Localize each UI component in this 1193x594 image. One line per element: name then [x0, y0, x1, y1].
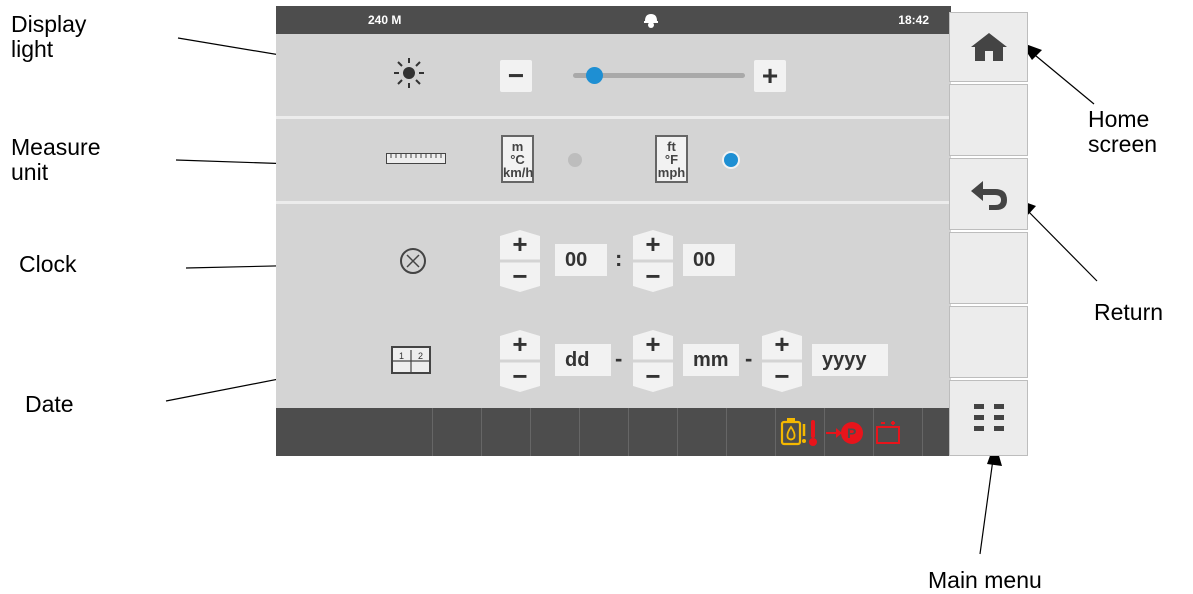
year-stepper: + −: [762, 329, 802, 392]
day-stepper: + −: [500, 329, 540, 392]
brightness-slider[interactable]: [573, 67, 745, 84]
minutes-value: 00: [683, 244, 735, 276]
blank-button[interactable]: [949, 232, 1028, 304]
date-row: 1 2 + − dd - + − mm - + − yyyy: [276, 316, 951, 396]
year-decrease-button[interactable]: −: [762, 361, 802, 391]
metric-radio[interactable]: [568, 153, 582, 167]
month-decrease-button[interactable]: −: [633, 361, 673, 391]
brightness-slider-knob[interactable]: [585, 67, 603, 84]
hours-value: 00: [555, 244, 607, 276]
measure-unit-row: m °C km/h ft °F mph: [276, 119, 951, 203]
bar-cell-divider: [726, 408, 727, 456]
brightness-increase-button[interactable]: +: [754, 60, 786, 92]
status-bar: 240 M 18:42: [276, 6, 951, 34]
display-light-row: − +: [276, 34, 951, 118]
svg-text:P: P: [847, 425, 856, 441]
parking-brake-icon: P: [826, 422, 863, 444]
metric-unit-speed: km/h: [503, 165, 534, 180]
hours-decrease-button[interactable]: −: [500, 261, 540, 291]
day-value: dd: [555, 344, 611, 376]
metric-unit-option[interactable]: m °C km/h: [501, 135, 534, 183]
minutes-decrease-button[interactable]: −: [633, 261, 673, 291]
warning-bar: P: [276, 408, 951, 456]
engine-oil-icon: [780, 418, 806, 446]
year-increase-button[interactable]: +: [762, 329, 802, 359]
callout-home-screen: Home screen: [1088, 106, 1158, 157]
clock-icon: [400, 248, 426, 274]
svg-text:2: 2: [418, 351, 423, 361]
menu-grid-icon: [973, 404, 1004, 431]
bar-cell-divider: [432, 408, 433, 456]
helmet-icon: [644, 14, 658, 28]
month-stepper: + −: [633, 329, 673, 392]
settings-screen: 240 M 18:42 − + m °C km/h ft °F mph + − …: [276, 6, 951, 456]
main-menu-button[interactable]: [949, 380, 1028, 456]
return-button[interactable]: [949, 158, 1028, 230]
row-divider: [276, 201, 951, 204]
callout-clock: Clock: [19, 251, 77, 277]
return-icon: [970, 181, 1007, 210]
time-separator: :: [615, 246, 623, 271]
callout-measure-unit: Measure unit: [11, 134, 101, 185]
bar-cell-divider: [775, 408, 776, 456]
bar-cell-divider: [481, 408, 482, 456]
hours-increase-button[interactable]: +: [500, 229, 540, 259]
date-separator: -: [745, 346, 753, 371]
year-value: yyyy: [812, 344, 888, 376]
machine-model: 240 M: [368, 13, 402, 27]
bar-cell-divider: [922, 408, 923, 456]
sun-icon: [394, 58, 424, 88]
month-value: mm: [683, 344, 739, 376]
calendar-icon: 1 2: [391, 346, 431, 374]
callout-main-menu: Main menu: [928, 567, 1042, 593]
side-button-column: [949, 6, 1028, 456]
day-increase-button[interactable]: +: [500, 329, 540, 359]
imperial-unit-option[interactable]: ft °F mph: [655, 135, 688, 183]
callout-display-light: Display light: [11, 11, 87, 62]
blank-button[interactable]: [949, 84, 1028, 156]
coolant-temp-icon: [809, 420, 817, 446]
callout-date: Date: [25, 391, 74, 417]
brightness-decrease-button[interactable]: −: [500, 60, 532, 92]
bar-cell-divider: [628, 408, 629, 456]
ruler-icon: [386, 153, 446, 164]
home-button[interactable]: [949, 12, 1028, 82]
bar-cell-divider: [530, 408, 531, 456]
home-icon: [970, 33, 1007, 61]
date-separator: -: [615, 346, 623, 371]
bar-cell-divider: [579, 408, 580, 456]
imperial-unit-speed: mph: [657, 165, 686, 180]
callout-return: Return: [1094, 299, 1164, 325]
imperial-radio[interactable]: [724, 153, 738, 167]
blank-button[interactable]: [949, 306, 1028, 378]
minutes-stepper: + −: [633, 229, 673, 292]
status-time: 18:42: [898, 13, 929, 27]
minutes-increase-button[interactable]: +: [633, 229, 673, 259]
clock-row: + − 00 : + − 00: [276, 216, 951, 296]
hours-stepper: + −: [500, 229, 540, 292]
month-increase-button[interactable]: +: [633, 329, 673, 359]
battery-icon: [876, 421, 900, 444]
svg-text:1: 1: [399, 351, 404, 361]
bar-cell-divider: [677, 408, 678, 456]
day-decrease-button[interactable]: −: [500, 361, 540, 391]
